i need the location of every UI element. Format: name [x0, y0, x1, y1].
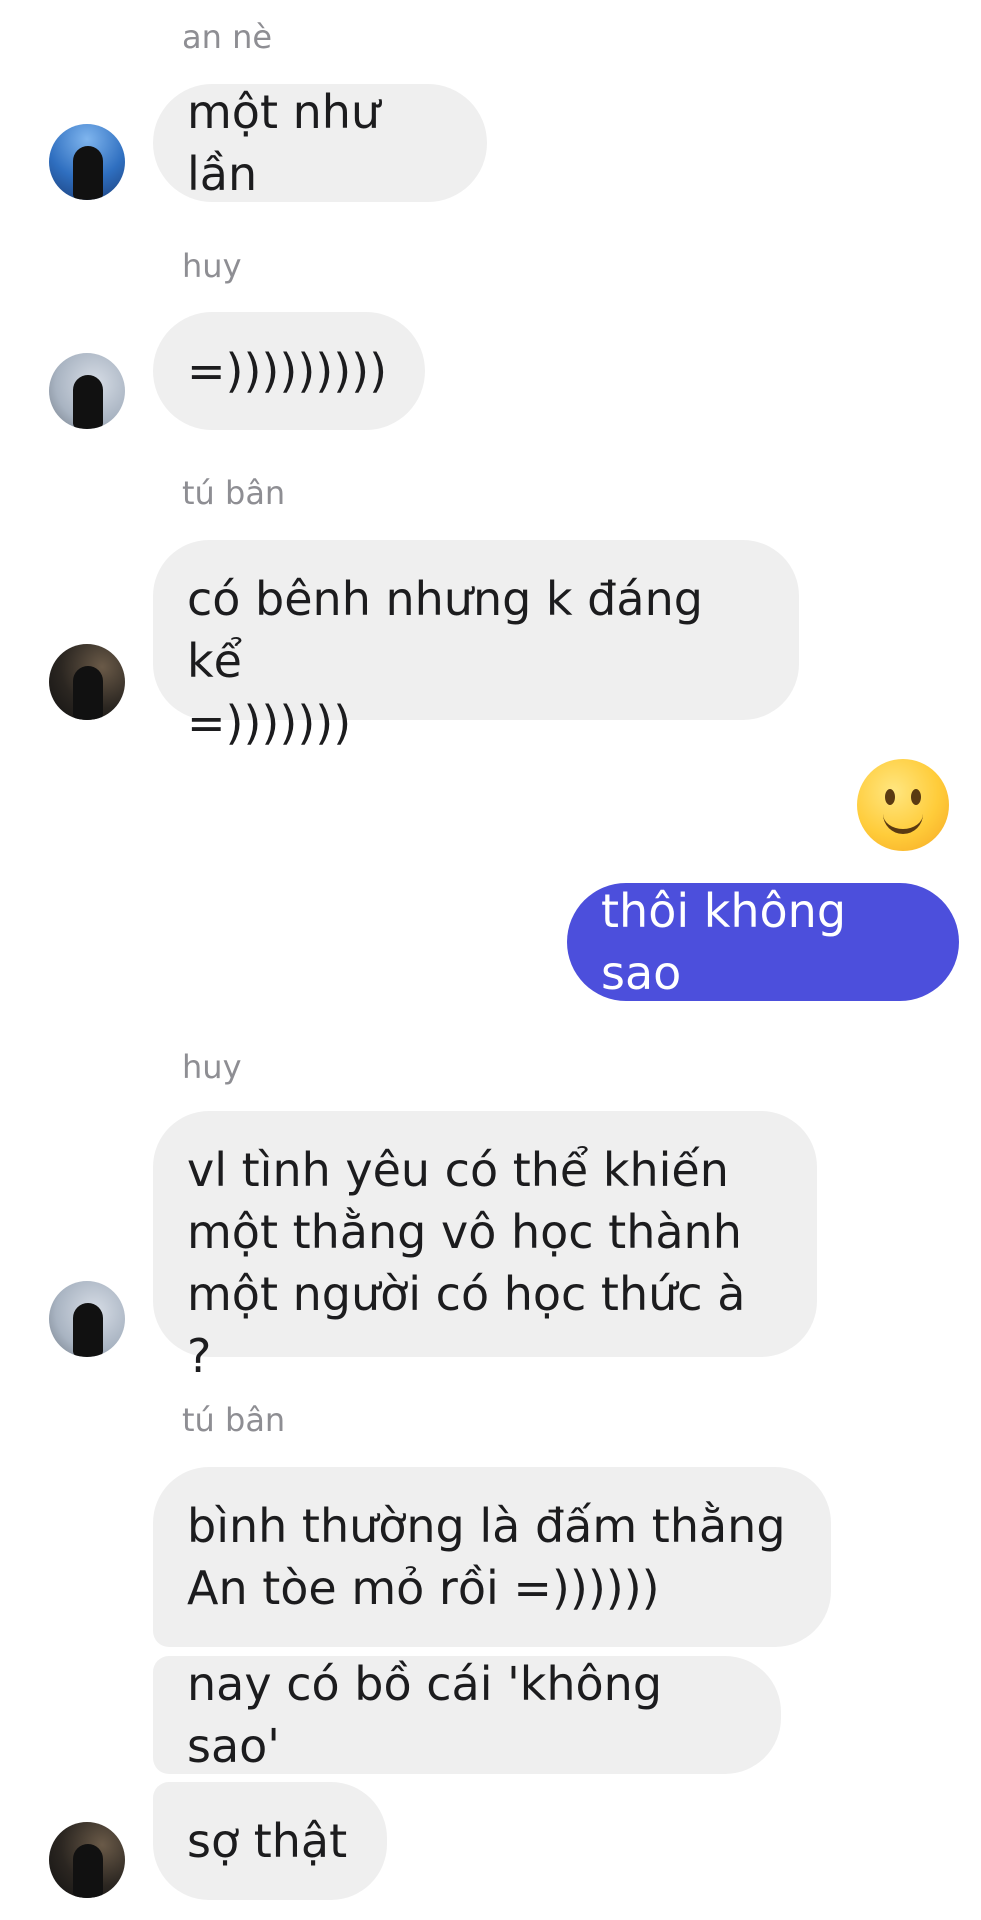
message-bubble[interactable]: sợ thật: [153, 1782, 387, 1900]
sender-name: an nè: [182, 18, 273, 56]
avatar[interactable]: [49, 353, 125, 429]
outgoing-message-bubble[interactable]: thôi không sao: [567, 883, 959, 1001]
message-bubble[interactable]: =))))))))): [153, 312, 425, 430]
avatar[interactable]: [49, 124, 125, 200]
avatar[interactable]: [49, 1281, 125, 1357]
message-bubble[interactable]: vl tình yêu có thể khiến một thằng vô họ…: [153, 1111, 817, 1383]
avatar[interactable]: [49, 644, 125, 720]
message-bubble[interactable]: có bênh nhưng k đáng kể =))))))): [153, 540, 799, 750]
sender-name: tú bân: [182, 1401, 286, 1439]
message-bubble[interactable]: nay có bồ cái 'không sao': [153, 1656, 781, 1774]
sender-name: tú bân: [182, 474, 286, 512]
sender-name: huy: [182, 1048, 242, 1086]
avatar[interactable]: [49, 1822, 125, 1898]
avatar-silhouette: [73, 1303, 103, 1357]
message-bubble[interactable]: một như lần: [153, 84, 487, 202]
sender-name: huy: [182, 247, 242, 285]
message-bubble[interactable]: bình thường là đấm thằng An tòe mỏ rồi =…: [153, 1467, 831, 1647]
avatar-silhouette: [73, 146, 103, 200]
avatar-silhouette: [73, 666, 103, 720]
avatar-silhouette: [73, 1844, 103, 1898]
avatar-silhouette: [73, 375, 103, 429]
slightly-smiling-face-icon[interactable]: [857, 759, 949, 851]
